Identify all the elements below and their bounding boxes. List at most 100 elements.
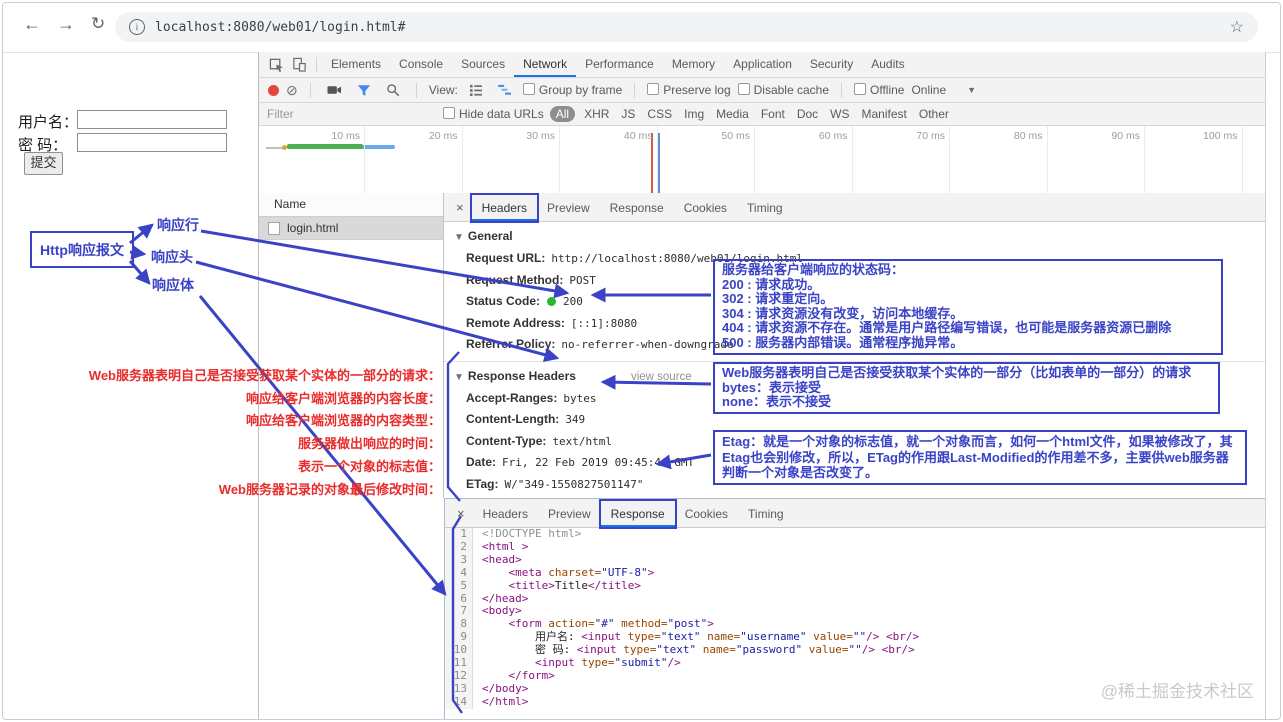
screenshot-capture-icon[interactable] [327, 84, 342, 96]
hide-data-urls-checkbox[interactable]: Hide data URLs [443, 107, 544, 121]
filter-chip-other[interactable]: Other [913, 107, 955, 121]
offline-checkbox[interactable]: Offline [854, 83, 904, 97]
divider [309, 82, 311, 98]
line-number: 3 [445, 553, 473, 567]
response-pane-tab-cookies[interactable]: Cookies [675, 501, 738, 527]
network-filter-bar: Filter Hide data URLs All XHR JS CSS Img Medi… [259, 103, 1265, 126]
line-number: 13 [445, 682, 473, 696]
header-value: no-referrer-when-downgrade [561, 338, 734, 351]
devtools-tab-console[interactable]: Console [390, 52, 452, 77]
timeline-gridline [461, 126, 463, 193]
disclosure-triangle-icon[interactable]: ▼ [454, 372, 464, 383]
red-note-line: 响应给客户端浏览器的内容长度： [245, 390, 441, 406]
timeline-gridline [559, 126, 560, 193]
header-value: text/html [552, 434, 613, 448]
search-icon[interactable] [386, 83, 400, 97]
forward-icon[interactable]: → [57, 14, 75, 35]
filter-chip-all[interactable]: All [549, 106, 576, 122]
line-number: 5 [445, 579, 473, 593]
disable-cache-checkbox[interactable]: Disable cache [737, 83, 829, 97]
request-row[interactable]: login.html [259, 217, 443, 240]
group-by-frame-checkbox[interactable]: Group by frame [522, 83, 622, 97]
filter-chip-strip: All XHR JS CSS Img Media Font Doc WS Manifest Othe… [549, 106, 955, 122]
view-list-icon[interactable] [469, 84, 483, 96]
header-value: POST [569, 273, 596, 287]
header-name: Date: [466, 455, 497, 469]
header-name: Request URL: [466, 251, 546, 265]
device-toolbar-icon[interactable] [292, 57, 307, 72]
devtools-tab-performance[interactable]: Performance [576, 52, 663, 77]
filter-chip-media[interactable]: Media [710, 107, 755, 121]
filter-input[interactable]: Filter [267, 107, 443, 121]
timeline-gridline [851, 126, 853, 193]
filter-chip-img[interactable]: Img [678, 107, 710, 121]
filter-chip-ws[interactable]: WS [824, 107, 855, 121]
waterfall-view-icon[interactable] [498, 84, 512, 96]
headers-pane-tab-headers[interactable]: Headers [472, 195, 537, 221]
clear-icon[interactable]: ⊘ [286, 83, 298, 97]
timeline-overview[interactable]: 10 ms 20 ms 30 ms 40 ms 50 ms 60 ms 70 ms 80 ms… [259, 126, 1265, 194]
devtools-tab-strip: Elements Console Sources Network Performance… [322, 52, 914, 77]
close-icon[interactable]: × [448, 200, 472, 215]
reload-icon[interactable]: ↻ [91, 14, 105, 34]
filter-chip-xhr[interactable]: XHR [578, 107, 615, 121]
headers-pane-tab-timing[interactable]: Timing [737, 195, 793, 221]
filter-chip-manifest[interactable]: Manifest [856, 107, 913, 121]
disclosure-triangle-icon[interactable]: ▼ [454, 232, 464, 243]
username-field[interactable] [77, 110, 227, 129]
general-section-title[interactable]: ▼ General [454, 229, 1265, 243]
response-pane-tab-headers[interactable]: Headers [473, 501, 538, 527]
timeline-tick-label: 50 ms [721, 130, 750, 142]
filter-funnel-icon[interactable] [357, 84, 371, 97]
record-button[interactable] [268, 84, 279, 96]
site-info-icon[interactable]: i [129, 19, 145, 35]
close-icon[interactable]: × [449, 506, 473, 521]
devtools-tab-memory[interactable]: Memory [663, 52, 724, 77]
red-note-line: Web服务器记录的对象最后修改时间： [218, 481, 441, 497]
throttling-dropdown[interactable]: Online [911, 83, 946, 97]
timeline-tick-label: 80 ms [1013, 130, 1043, 142]
network-toolbar: ⊘ View: Group by frame Preserve log Disa [259, 78, 1265, 103]
timeline-gridline [364, 126, 365, 193]
devtools-tab-application[interactable]: Application [724, 52, 801, 77]
devtools-tab-network[interactable]: Network [514, 52, 576, 77]
headers-pane-tab-cookies[interactable]: Cookies [674, 195, 737, 221]
view-source-link[interactable]: view source [631, 371, 692, 383]
response-line-label: 响应行 [157, 217, 199, 233]
devtools-tab-bar: Elements Console Sources Network Performance… [259, 52, 1265, 78]
filter-chip-js[interactable]: JS [615, 107, 641, 121]
preserve-log-checkbox[interactable]: Preserve log [647, 83, 731, 97]
name-column-header[interactable]: Name [259, 193, 443, 217]
response-pane-tab-response[interactable]: Response [601, 501, 675, 527]
devtools-tab-elements[interactable]: Elements [322, 52, 390, 77]
headers-pane-tab-preview[interactable]: Preview [537, 195, 600, 221]
response-pane-tab-preview[interactable]: Preview [538, 501, 601, 527]
watermark: @稀土掘金技术社区 [1100, 682, 1254, 701]
password-field[interactable] [77, 133, 227, 152]
filter-chip-doc[interactable]: Doc [791, 107, 824, 121]
code-line: 6 </head> [445, 592, 1265, 606]
timeline-tick-label: 20 ms [428, 130, 458, 142]
timeline-gridline [1144, 126, 1145, 193]
bookmark-star-icon[interactable]: ☆ [1230, 17, 1244, 37]
submit-button[interactable]: 提交 [24, 152, 63, 175]
divider [634, 82, 636, 98]
devtools-tab-security[interactable]: Security [801, 52, 862, 77]
timeline-tick-label: 70 ms [916, 130, 945, 142]
devtools-tab-audits[interactable]: Audits [862, 52, 913, 77]
headers-pane-tabs: Headers Preview Response Cookies Timing [472, 194, 793, 221]
inspect-element-icon[interactable] [269, 57, 284, 72]
filter-chip-font[interactable]: Font [755, 107, 791, 121]
detail-tab-bar: × Headers Preview Response Cookies Timing [444, 193, 1265, 222]
screenshot-frame: ← → ↻ i localhost:8080/web01/login.html#… [2, 2, 1281, 720]
back-icon[interactable]: ← [23, 14, 41, 35]
timeline-gridline [1241, 126, 1243, 193]
timeline-gridline [656, 126, 658, 193]
headers-pane-tab-response[interactable]: Response [600, 195, 674, 221]
address-bar[interactable]: i localhost:8080/web01/login.html# ☆ [115, 12, 1258, 42]
timeline-tick-label: 30 ms [526, 130, 555, 142]
response-pane-tab-timing[interactable]: Timing [738, 501, 794, 527]
filter-chip-css[interactable]: CSS [641, 107, 678, 121]
url-text[interactable]: localhost:8080/web01/login.html# [155, 20, 405, 35]
devtools-tab-sources[interactable]: Sources [452, 52, 514, 77]
